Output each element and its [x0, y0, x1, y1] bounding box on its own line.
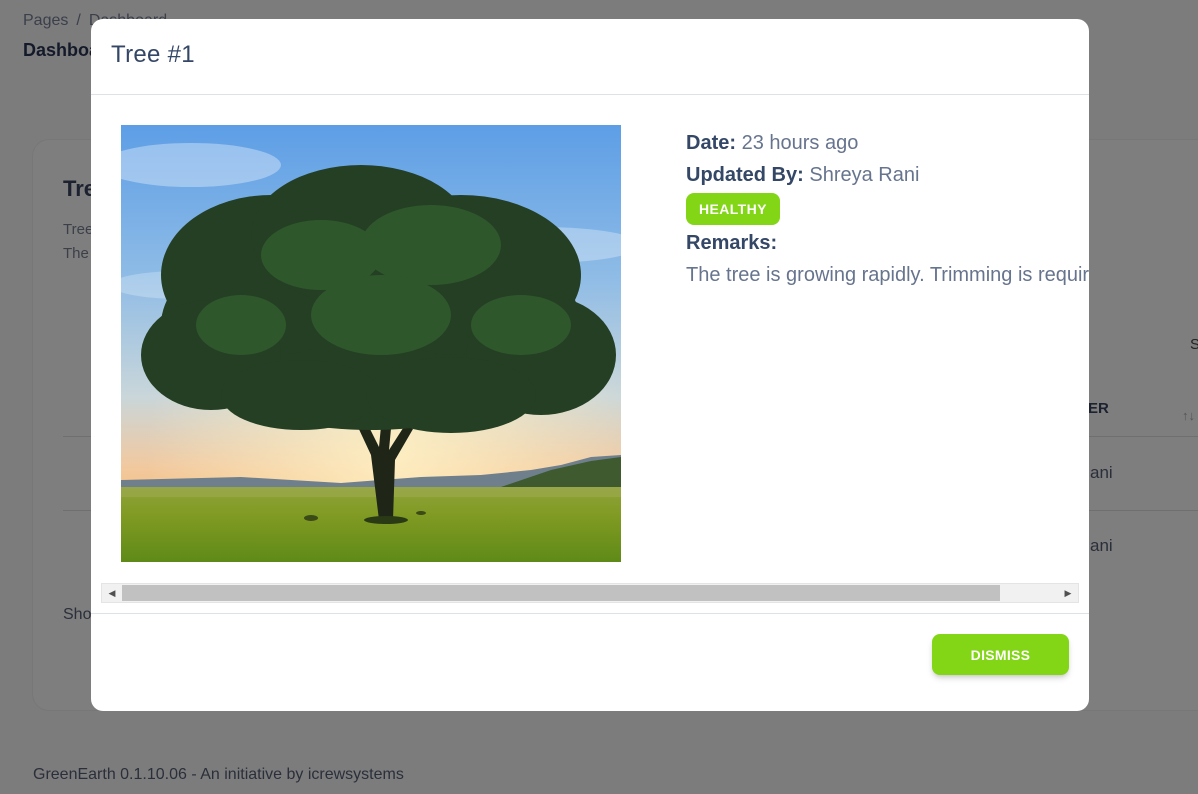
date-value: 23 hours ago — [741, 132, 859, 154]
scroll-right-icon[interactable]: ▶ — [1058, 584, 1078, 602]
tree-detail-modal: Tree #1 Date: 23 hours ago Updated By: S… — [91, 19, 1089, 711]
scrollbar-thumb[interactable] — [122, 585, 1000, 601]
status-badge: HEALTHY — [686, 193, 780, 225]
tree-photo — [121, 125, 621, 562]
table-cell: ani — [1090, 536, 1113, 555]
card-subtitle: Tree The — [63, 218, 93, 266]
breadcrumb-root[interactable]: Pages — [23, 12, 68, 30]
search-label: S — [1190, 336, 1198, 353]
table-column-header[interactable]: ER — [1088, 400, 1109, 417]
date-label: Date: — [686, 132, 737, 154]
date-row: Date: 23 hours ago — [686, 127, 1089, 159]
updated-by-value: Shreya Rani — [809, 164, 920, 186]
remarks-text: The tree is growing rapidly. Trimming is… — [686, 264, 1089, 286]
show-entries-label: Sho — [63, 606, 92, 623]
breadcrumb-separator: / — [76, 12, 81, 29]
card-subtitle-line2: The — [63, 245, 89, 262]
footer-text: GreenEarth 0.1.10.06 - An initiative by … — [33, 766, 404, 783]
sort-icon[interactable]: ↑↓ — [1182, 408, 1195, 423]
dismiss-button[interactable]: DISMISS — [932, 634, 1069, 675]
table-cell: ani — [1090, 463, 1113, 482]
modal-body[interactable]: Date: 23 hours ago Updated By: Shreya Ra… — [91, 95, 1089, 613]
updated-by-row: Updated By: Shreya Rani — [686, 159, 1089, 191]
card-subtitle-line1: Tree — [63, 221, 94, 238]
modal-header: Tree #1 — [91, 19, 1089, 95]
updated-by-label: Updated By: — [686, 164, 804, 186]
horizontal-scrollbar[interactable]: ◀ ▶ — [101, 583, 1079, 603]
modal-footer: DISMISS — [91, 613, 1089, 711]
scroll-left-icon[interactable]: ◀ — [102, 584, 122, 602]
tree-details: Date: 23 hours ago Updated By: Shreya Ra… — [686, 127, 1089, 291]
remarks-label: Remarks: — [686, 232, 778, 254]
modal-title: Tree #1 — [111, 41, 195, 68]
